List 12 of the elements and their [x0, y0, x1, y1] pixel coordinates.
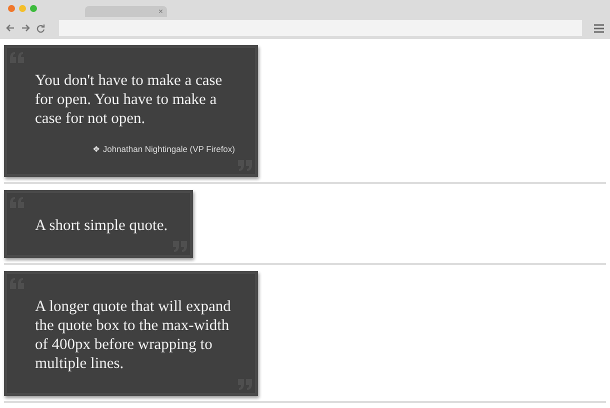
- quote-text: A short simple quote.: [35, 216, 168, 235]
- back-arrow-icon[interactable]: [6, 24, 15, 32]
- reload-icon[interactable]: [36, 24, 45, 32]
- quote-attribution: ❖ Johnathan Nightingale (VP Firefox): [91, 144, 235, 154]
- quote-text: You don't have to make a case for open. You have to make a case for not open.: [35, 71, 224, 128]
- menu-icon[interactable]: [594, 24, 604, 32]
- close-window-icon[interactable]: [8, 5, 15, 12]
- browser-tab[interactable]: ×: [85, 6, 167, 17]
- maximize-window-icon[interactable]: [30, 5, 37, 12]
- quote-text: A longer quote that will expand the quote box to the max-width of 400px before wrapping to multiple lines.: [35, 297, 232, 373]
- forward-arrow-icon[interactable]: [21, 24, 30, 32]
- tab-close-button[interactable]: ×: [158, 8, 163, 16]
